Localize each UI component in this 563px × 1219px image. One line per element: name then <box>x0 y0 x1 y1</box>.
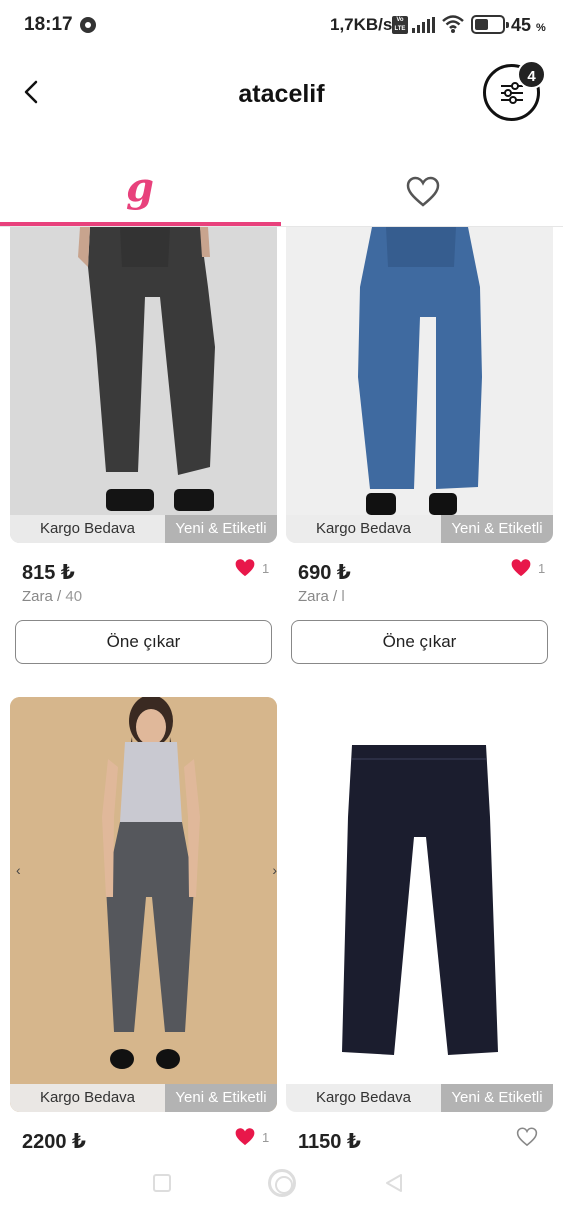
label-condition: Yeni & Etiketli <box>165 1084 277 1112</box>
label-free-shipping: Kargo Bedava <box>286 1084 441 1112</box>
tab-favorites[interactable] <box>282 160 563 226</box>
promote-button[interactable]: Öne çıkar <box>15 620 272 664</box>
app-screen: 18:17 1,7KB/s Vo LTE 45 % atacelif 4 g K… <box>0 0 563 1219</box>
product-photo-model-jeans <box>10 697 277 1112</box>
like-count[interactable]: 1 <box>234 1127 269 1147</box>
like-count[interactable]: 1 <box>510 558 545 578</box>
label-condition: Yeni & Etiketli <box>441 515 553 543</box>
product-meta: Zara / 40 <box>22 588 83 605</box>
heart-outline-icon <box>406 176 440 207</box>
heart-outline-icon <box>516 1127 538 1147</box>
promote-button[interactable]: Öne çıkar <box>291 620 548 664</box>
system-nav-bar <box>0 1149 563 1219</box>
heart-filled-icon <box>235 1128 255 1146</box>
product-card[interactable]: Kargo Bedava Yeni & Etiketli 815 ₺ 1 Zar… <box>10 227 277 667</box>
nav-back-icon[interactable] <box>383 1172 405 1194</box>
label-condition: Yeni & Etiketli <box>165 515 277 543</box>
product-brand: Zara <box>298 588 329 605</box>
product-image[interactable]: ‹ › Kargo Bedava Yeni & Etiketli <box>10 697 277 1112</box>
product-image[interactable]: Kargo Bedava Yeni & Etiketli <box>286 227 553 543</box>
media-icon <box>80 17 96 33</box>
like-button[interactable] <box>516 1127 538 1147</box>
chevron-right-icon[interactable]: › <box>272 862 277 878</box>
product-image[interactable]: Kargo Bedava Yeni & Etiketli <box>286 697 553 1112</box>
battery-icon <box>471 15 509 34</box>
signal-icon <box>412 17 435 33</box>
volte-icon: Vo LTE <box>392 16 408 34</box>
like-count-value: 1 <box>262 1129 270 1145</box>
product-brand: Zara <box>22 588 53 605</box>
product-size: l <box>341 588 345 605</box>
status-bar: 18:17 1,7KB/s Vo LTE 45 % <box>0 0 563 50</box>
heart-filled-icon <box>511 559 531 577</box>
network-speed: 1,7KB/s <box>330 15 393 34</box>
wifi-icon <box>442 15 464 33</box>
product-size: 40 <box>65 588 83 605</box>
heart-filled-icon <box>235 559 255 577</box>
product-card[interactable]: ‹ › Kargo Bedava Yeni & Etiketli 2200 ₺ … <box>10 697 277 1157</box>
filter-count-badge: 4 <box>517 60 546 89</box>
like-count-value: 1 <box>262 560 270 576</box>
tab-bar: g <box>0 160 563 227</box>
home-icon[interactable] <box>268 1169 296 1197</box>
product-photo-blue-jeans <box>286 227 553 543</box>
product-photo-navy-trousers <box>286 697 553 1112</box>
like-count[interactable]: 1 <box>234 558 269 578</box>
product-card[interactable]: Kargo Bedava Yeni & Etiketli 690 ₺ 1 Zar… <box>286 227 553 667</box>
chevron-left-icon[interactable]: ‹ <box>16 862 21 878</box>
product-price: 815 ₺ <box>22 562 75 584</box>
brand-logo-icon: g <box>126 164 154 211</box>
label-free-shipping: Kargo Bedava <box>10 515 165 543</box>
battery-percent: 45 % <box>511 15 546 35</box>
product-photo-black-jeans <box>10 227 277 543</box>
page-title: atacelif <box>238 80 325 108</box>
status-time: 18:17 <box>24 14 73 35</box>
product-card[interactable]: Kargo Bedava Yeni & Etiketli 1150 ₺ <box>286 697 553 1157</box>
label-free-shipping: Kargo Bedava <box>286 515 441 543</box>
product-meta: Zara / l <box>298 588 345 605</box>
app-header: atacelif 4 <box>0 50 563 150</box>
recent-apps-icon[interactable] <box>153 1174 171 1192</box>
product-price: 690 ₺ <box>298 562 351 584</box>
tab-listings[interactable]: g <box>0 160 281 226</box>
like-count-value: 1 <box>538 560 546 576</box>
label-condition: Yeni & Etiketli <box>441 1084 553 1112</box>
label-free-shipping: Kargo Bedava <box>10 1084 165 1112</box>
product-image[interactable]: Kargo Bedava Yeni & Etiketli <box>10 227 277 543</box>
